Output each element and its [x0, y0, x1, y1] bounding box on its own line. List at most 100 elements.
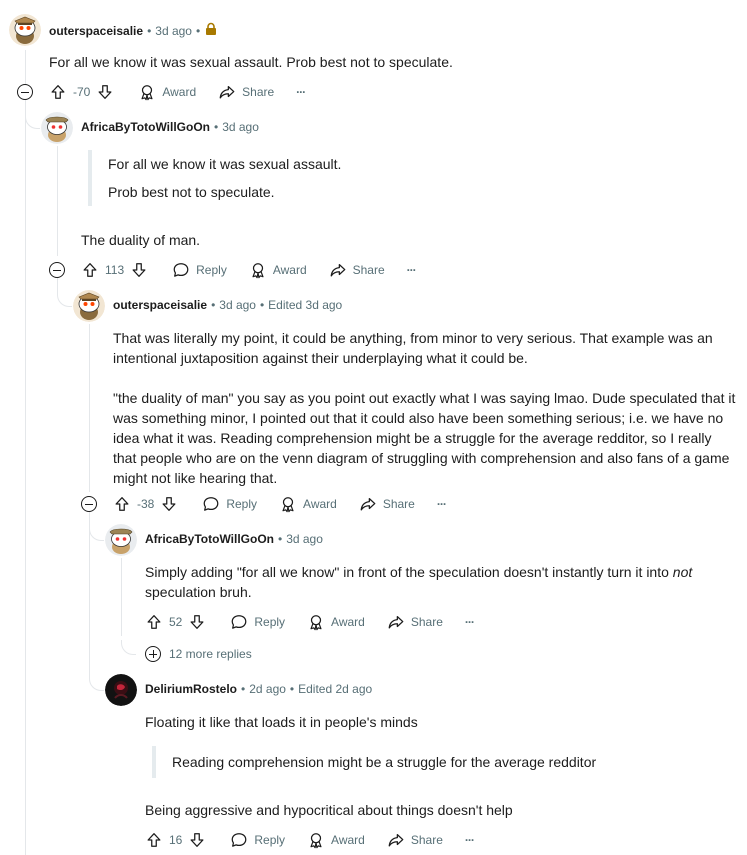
- downvote-icon[interactable]: [188, 613, 206, 631]
- block-quote: Reading comprehension might be a struggl…: [152, 746, 732, 778]
- comment-actions: 52 Reply Award Share ···: [145, 610, 496, 634]
- reply-icon: [230, 613, 248, 631]
- comment-actions: -70 Award Share ···: [49, 80, 327, 104]
- more-options-button[interactable]: ···: [465, 615, 475, 629]
- more-icon: ···: [464, 833, 475, 847]
- more-options-button[interactable]: ···: [437, 497, 447, 511]
- comment-meta: AfricaByTotoWillGoOn • 3d ago: [81, 120, 259, 134]
- share-button[interactable]: Share: [329, 261, 385, 279]
- more-options-button[interactable]: ···: [464, 833, 475, 847]
- reply-icon: [202, 495, 220, 513]
- collapse-icon[interactable]: [81, 496, 97, 512]
- more-icon: ···: [406, 263, 417, 277]
- comment-paragraph: That was literally my point, it could be…: [113, 330, 713, 366]
- downvote-icon[interactable]: [188, 831, 206, 849]
- award-button[interactable]: Award: [249, 261, 307, 279]
- comment-paragraph: Floating it like that loads it in people…: [145, 714, 418, 730]
- timestamp: 2d ago: [249, 682, 286, 696]
- award-button[interactable]: Award: [307, 613, 365, 631]
- vote-group: 113: [81, 261, 148, 279]
- username[interactable]: outerspaceisalie: [49, 24, 143, 38]
- more-options-button[interactable]: ···: [406, 263, 417, 277]
- share-button[interactable]: Share: [387, 613, 443, 631]
- thread-curve: [25, 114, 40, 129]
- downvote-icon[interactable]: [160, 495, 178, 513]
- award-button[interactable]: Award: [279, 495, 337, 513]
- comment-paragraph: The duality of man.: [81, 232, 201, 248]
- username[interactable]: AfricaByTotoWillGoOn: [145, 532, 274, 546]
- comment-actions: 16 Reply Award Share ···: [145, 828, 496, 852]
- vote-group: -38: [113, 495, 178, 513]
- reply-button[interactable]: Reply: [230, 613, 285, 631]
- avatar[interactable]: [105, 524, 137, 556]
- award-icon: [249, 261, 267, 279]
- username[interactable]: DeliriumRostelo: [145, 682, 237, 696]
- share-button[interactable]: Share: [387, 831, 443, 849]
- vote-group: 52: [145, 613, 206, 631]
- timestamp: 3d ago: [222, 120, 259, 134]
- reply-icon: [230, 831, 248, 849]
- quote-line: Prob best not to speculate.: [108, 184, 275, 200]
- vote-group: -70: [49, 83, 114, 101]
- upvote-icon[interactable]: [145, 831, 163, 849]
- upvote-icon[interactable]: [113, 495, 131, 513]
- avatar[interactable]: [41, 112, 73, 144]
- more-icon: ···: [296, 85, 306, 99]
- vote-count: -38: [137, 497, 155, 511]
- collapse-icon[interactable]: [49, 262, 65, 278]
- avatar[interactable]: [9, 14, 41, 46]
- reply-button[interactable]: Reply: [230, 831, 285, 849]
- share-icon: [387, 613, 405, 631]
- upvote-icon[interactable]: [81, 261, 99, 279]
- comment-paragraph: Being aggressive and hypocritical about …: [145, 802, 513, 818]
- comment-meta: outerspaceisalie • 3d ago • Edited 3d ag…: [113, 298, 343, 312]
- lock-icon: [204, 22, 218, 39]
- thread-line-level-1: [25, 50, 26, 855]
- collapse-icon[interactable]: [17, 84, 33, 100]
- reply-button[interactable]: Reply: [172, 261, 227, 279]
- comment-body: Simply adding "for all we know" in front…: [145, 562, 725, 602]
- thread-curve: [121, 640, 136, 655]
- downvote-icon[interactable]: [96, 83, 114, 101]
- thread-line-level-2b: [57, 278, 58, 292]
- share-button[interactable]: Share: [218, 83, 274, 101]
- comment-meta: outerspaceisalie • 3d ago •: [49, 22, 218, 39]
- vote-group: 16: [145, 831, 206, 849]
- edited-label: Edited 2d ago: [298, 682, 373, 696]
- award-button[interactable]: Award: [138, 83, 196, 101]
- more-options-button[interactable]: ···: [296, 85, 306, 99]
- upvote-icon[interactable]: [49, 83, 67, 101]
- comment-body: Floating it like that loads it in people…: [145, 712, 735, 732]
- reply-button[interactable]: Reply: [202, 495, 257, 513]
- downvote-icon[interactable]: [130, 261, 148, 279]
- comment-meta: AfricaByTotoWillGoOn • 3d ago: [145, 532, 323, 546]
- comment-body: That was literally my point, it could be…: [113, 328, 737, 488]
- comment-body: For all we know it was sexual assault. P…: [49, 52, 729, 72]
- thread-curve: [89, 676, 104, 691]
- avatar-image: [41, 112, 73, 144]
- comment-emphasis: not: [672, 564, 693, 580]
- thread-line-level-3b: [89, 512, 90, 676]
- avatar-image: [105, 674, 137, 706]
- vote-count: -70: [73, 85, 91, 99]
- upvote-icon[interactable]: [145, 613, 163, 631]
- timestamp: 3d ago: [219, 298, 256, 312]
- comment-text: speculation bruh.: [145, 584, 252, 600]
- avatar-image: [73, 290, 105, 322]
- username[interactable]: outerspaceisalie: [113, 298, 207, 312]
- share-icon: [359, 495, 377, 513]
- vote-count: 16: [169, 833, 183, 847]
- vote-count: 52: [169, 615, 183, 629]
- share-icon: [387, 831, 405, 849]
- username[interactable]: AfricaByTotoWillGoOn: [81, 120, 210, 134]
- share-button[interactable]: Share: [359, 495, 415, 513]
- award-icon: [307, 831, 325, 849]
- avatar[interactable]: [105, 674, 137, 706]
- comment-text: Simply adding "for all we know" in front…: [145, 564, 673, 580]
- avatar[interactable]: [73, 290, 105, 322]
- quote-line: For all we know it was sexual assault.: [108, 156, 342, 172]
- comment-body: The duality of man.: [81, 230, 731, 250]
- thread-line-level-4: [121, 558, 122, 636]
- more-replies-link[interactable]: 12 more replies: [145, 646, 252, 662]
- award-button[interactable]: Award: [307, 831, 365, 849]
